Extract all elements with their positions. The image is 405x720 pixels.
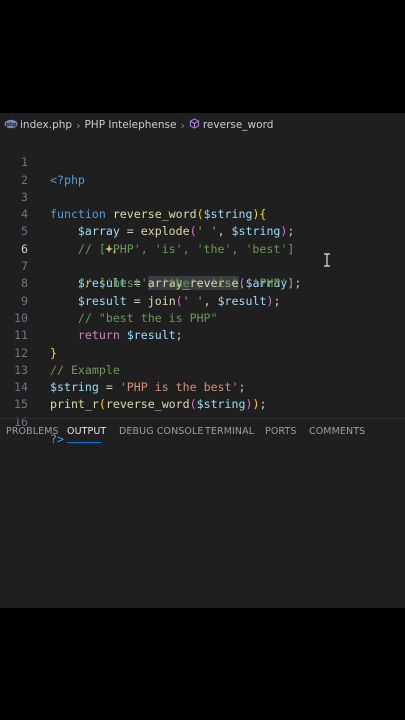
code-line: 5 // ['PHP', 'is', 'the', 'best'] <box>0 206 405 255</box>
panel-tab-bar: PROBLEMS OUTPUT DEBUG CONSOLE TERMINAL P… <box>0 421 405 443</box>
symbol-method-icon <box>189 118 200 132</box>
tab-ports[interactable]: PORTS <box>265 426 296 437</box>
breadcrumb-language[interactable]: PHP Intelephense <box>84 119 176 131</box>
tab-comments[interactable]: COMMENTS <box>309 426 365 437</box>
code-line: 16 ?> <box>0 397 405 446</box>
lightbulb-icon[interactable] <box>48 227 117 254</box>
code-line: 13 $string = 'PHP is the best'; <box>0 345 405 394</box>
tab-terminal[interactable]: TERMINAL <box>205 426 254 437</box>
active-tab-indicator <box>67 442 101 443</box>
code-line: 7 // ['best', 'the', 'is', 'PHP'] <box>0 241 405 290</box>
code-line: 1 <?php <box>0 137 405 186</box>
breadcrumb-symbol[interactable]: reverse_word <box>203 119 274 131</box>
tab-problems[interactable]: PROBLEMS <box>6 426 59 437</box>
code-line: 12 // Example <box>0 327 405 377</box>
code-line: 2 <box>0 154 405 187</box>
code-editor[interactable]: php index.php › PHP Intelephense › rever… <box>0 113 405 608</box>
code-line: 3 function reverse_word($string){ <box>0 172 405 221</box>
chevron-right-icon: php <box>4 119 18 132</box>
tab-debug-console[interactable]: DEBUG CONSOLE <box>119 426 204 437</box>
chevron-right-icon: › <box>76 118 81 132</box>
text-cursor-icon <box>323 253 331 267</box>
code-line-active: 6 $result = array_reverse($array); <box>0 224 405 291</box>
code-line: 4 $array = explode(' ', $string); <box>0 189 405 238</box>
breadcrumb-file[interactable]: index.php <box>20 119 72 131</box>
code-line: 8 $result = join(' ', $result); <box>0 258 405 307</box>
chevron-right-icon: › <box>180 118 185 132</box>
svg-text:php: php <box>5 122 16 128</box>
code-line: 10 return $result; <box>0 293 405 342</box>
code-line: 15 <box>0 379 405 411</box>
tab-output[interactable]: OUTPUT <box>67 426 106 437</box>
output-panel[interactable] <box>0 444 405 608</box>
code-line: 9 // "best the is PHP" <box>0 275 405 325</box>
code-line: 11 } <box>0 310 405 359</box>
breadcrumb: php index.php › PHP Intelephense › rever… <box>0 113 405 137</box>
code-line: 14 print_r(reverse_word($string)); <box>0 362 405 411</box>
code-area[interactable]: 1 <?php 2 3 function reverse_word($strin… <box>0 137 405 446</box>
panel-divider <box>0 418 405 419</box>
